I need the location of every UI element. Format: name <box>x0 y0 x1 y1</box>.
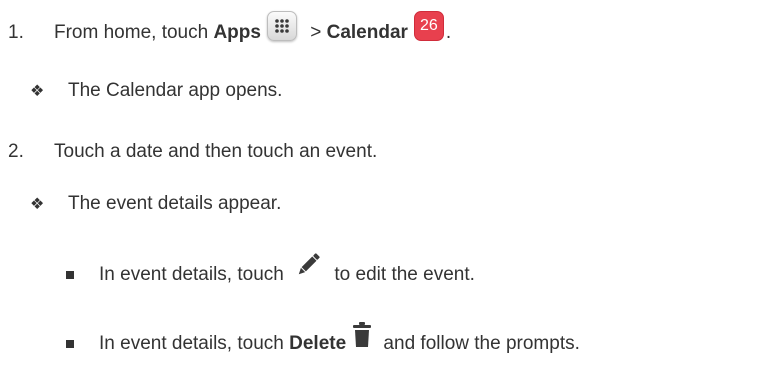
diamond-bullet-icon: ❖ <box>30 196 45 213</box>
step-number: 1. <box>8 22 24 43</box>
step-number: 2. <box>8 141 24 162</box>
step-1-result: ❖ The Calendar app opens. <box>30 80 282 102</box>
result-text: The event details appear. <box>68 193 282 214</box>
square-bullet-icon <box>66 340 74 348</box>
step-text-prefix: From home, touch <box>54 22 214 43</box>
subitem-edit: In event details, touch to edit the even… <box>66 253 475 292</box>
subitem-delete: In event details, touch Delete and follo… <box>66 322 580 360</box>
subitem-prefix: In event details, touch <box>99 333 290 354</box>
step-2: 2. Touch a date and then touch an event. <box>8 141 377 163</box>
step-2-result: ❖ The event details appear. <box>30 193 281 215</box>
delete-label: Delete <box>289 333 347 354</box>
trash-icon <box>352 322 372 354</box>
step-1: 1. From home, touch Apps > Calendar 26 . <box>8 11 452 48</box>
subitem-suffix: and follow the prompts. <box>378 333 580 354</box>
result-text: The Calendar app opens. <box>68 80 283 101</box>
apps-grid-icon <box>266 11 297 41</box>
square-bullet-icon <box>66 271 74 279</box>
calendar-label: Calendar <box>326 22 408 43</box>
subitem-suffix: to edit the event. <box>329 264 475 285</box>
pencil-icon <box>295 251 321 285</box>
apps-label: Apps <box>213 22 261 43</box>
separator: > <box>304 22 327 43</box>
step-text: Touch a date and then touch an event. <box>54 141 378 162</box>
subitem-prefix: In event details, touch <box>99 264 290 285</box>
diamond-bullet-icon: ❖ <box>30 83 45 100</box>
calendar-app-icon: 26 <box>413 11 444 41</box>
step-text-suffix: . <box>445 22 452 43</box>
